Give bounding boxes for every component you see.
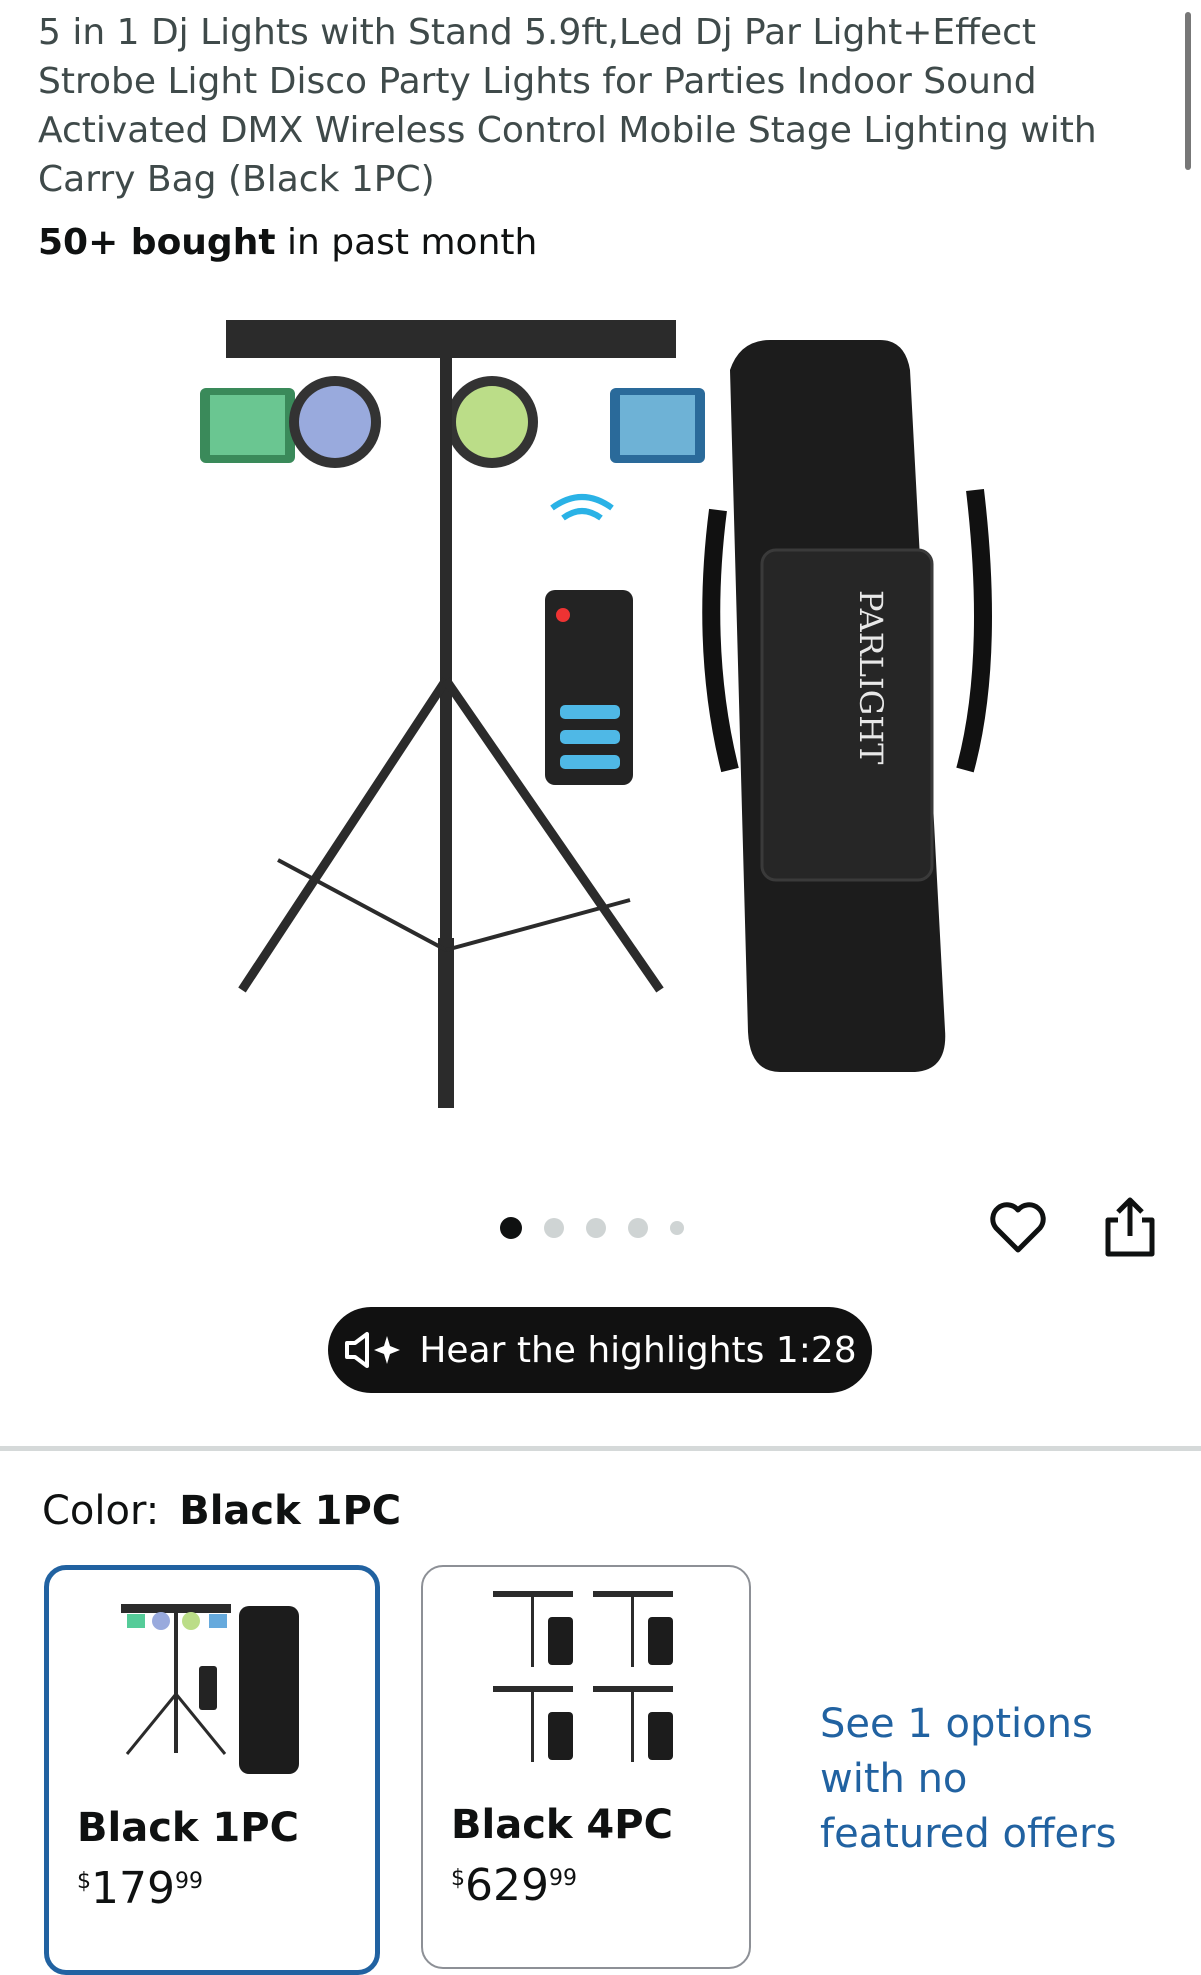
effect-light-left — [200, 388, 295, 463]
image-carousel-dots — [500, 1217, 684, 1239]
variation-thumbnail — [121, 1604, 299, 1774]
price-fraction: 99 — [548, 1866, 577, 1891]
carousel-dot[interactable] — [586, 1218, 606, 1238]
product-title: 5 in 1 Dj Lights with Stand 5.9ft,Led Dj… — [38, 12, 1097, 200]
color-label: Color: — [42, 1488, 160, 1534]
section-divider — [0, 1446, 1201, 1451]
variation-price: $17999 — [77, 1863, 203, 1914]
selected-color: Black 1PC — [179, 1488, 402, 1534]
price-whole: 629 — [465, 1860, 549, 1911]
carousel-dot[interactable] — [670, 1221, 684, 1235]
price-fraction: 99 — [174, 1869, 203, 1894]
price-currency: $ — [77, 1869, 91, 1894]
variation-option-black-1pc[interactable]: Black 1PC $17999 — [44, 1565, 380, 1975]
product-image[interactable]: PARLIGHT — [170, 290, 1030, 1120]
carousel-dot[interactable] — [544, 1218, 564, 1238]
carousel-dot[interactable] — [628, 1218, 648, 1238]
variation-price: $62999 — [451, 1860, 577, 1911]
variation-name: Black 4PC — [451, 1802, 673, 1848]
color-selector-label: Color: Black 1PC — [42, 1488, 401, 1534]
see-options-link[interactable]: See 1 options with no featured offers — [820, 1697, 1120, 1862]
remote-control — [545, 494, 633, 785]
effect-light-right — [610, 388, 705, 463]
heart-icon[interactable] — [988, 1198, 1048, 1258]
carry-bag: PARLIGHT — [702, 340, 992, 1072]
speaker-sparkle-icon — [345, 1332, 401, 1368]
bag-label: PARLIGHT — [852, 590, 890, 765]
bought-count-bold: 50+ bought — [38, 222, 276, 263]
share-icon[interactable] — [1100, 1196, 1160, 1260]
carousel-dot[interactable] — [500, 1217, 522, 1239]
price-currency: $ — [451, 1866, 465, 1891]
hear-highlights-label: Hear the highlights 1:28 — [419, 1329, 857, 1371]
hear-highlights-button[interactable]: Hear the highlights 1:28 — [328, 1307, 872, 1393]
bought-count: 50+ bought in past month — [38, 222, 537, 263]
scrollbar[interactable] — [1185, 12, 1191, 170]
variation-thumbnail — [493, 1591, 673, 1762]
bought-count-rest: in past month — [275, 222, 538, 263]
price-whole: 179 — [91, 1863, 175, 1914]
variation-option-black-4pc[interactable]: Black 4PC $62999 — [421, 1565, 751, 1969]
variation-name: Black 1PC — [77, 1805, 299, 1851]
